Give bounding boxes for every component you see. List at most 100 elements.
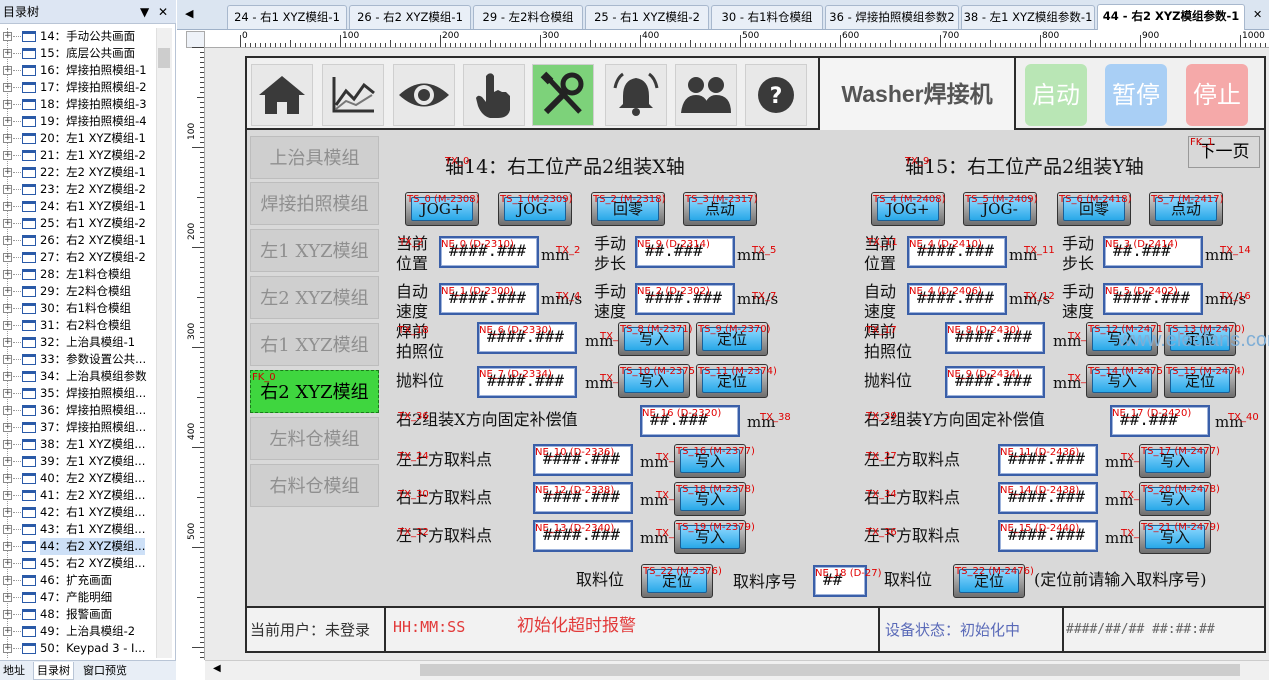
tree-item[interactable]: +19：焊接拍照模组-4: [0, 113, 156, 130]
home-icon[interactable]: [251, 64, 313, 126]
tree-item[interactable]: +38：左1 XYZ模组...: [0, 436, 156, 453]
expand-icon[interactable]: +: [3, 202, 12, 211]
expand-icon[interactable]: +: [3, 423, 12, 432]
expand-icon[interactable]: +: [3, 253, 12, 262]
tree-item[interactable]: +24：右1 XYZ模组-1: [0, 198, 156, 215]
expand-icon[interactable]: +: [3, 406, 12, 415]
nav-left-bin[interactable]: 左料仓模组: [250, 417, 379, 460]
users-icon[interactable]: [675, 64, 737, 126]
tree-item[interactable]: +40：左2 XYZ模组...: [0, 470, 156, 487]
tree-item[interactable]: +20：左1 XYZ模组-1: [0, 130, 156, 147]
tree-item[interactable]: +47：产能明细: [0, 589, 156, 606]
expand-icon[interactable]: +: [3, 576, 12, 585]
alarm-bell-icon[interactable]: [605, 64, 667, 126]
doc-tab[interactable]: 26 - 右2 XYZ模组-1: [349, 5, 471, 29]
trend-chart-icon[interactable]: [322, 64, 384, 126]
nav-right-bin[interactable]: 右料仓模组: [250, 464, 379, 507]
tree-item[interactable]: +21：左1 XYZ模组-2: [0, 147, 156, 164]
close-icon[interactable]: ✕: [158, 0, 168, 24]
expand-icon[interactable]: +: [3, 49, 12, 58]
expand-icon[interactable]: +: [3, 457, 12, 466]
doc-tab[interactable]: 36 - 焊接拍照模组参数2: [825, 5, 959, 29]
tree-item[interactable]: +42：右1 XYZ模组...: [0, 504, 156, 521]
tab-scroll-left-icon[interactable]: ◀: [185, 7, 193, 20]
doc-tab[interactable]: 38 - 左1 XYZ模组参数-1: [961, 5, 1095, 29]
expand-icon[interactable]: +: [3, 270, 12, 279]
help-icon[interactable]: ?: [745, 64, 807, 126]
expand-icon[interactable]: +: [3, 593, 12, 602]
tree-item[interactable]: +26：右2 XYZ模组-1: [0, 232, 156, 249]
start-button[interactable]: 启动: [1025, 64, 1087, 126]
expand-icon[interactable]: +: [3, 287, 12, 296]
expand-icon[interactable]: +: [3, 236, 12, 245]
doc-tab-active[interactable]: 44 - 右2 XYZ模组参数-1: [1097, 4, 1245, 30]
expand-icon[interactable]: +: [3, 627, 12, 636]
tree-item[interactable]: +15：底层公共画面: [0, 45, 156, 62]
expand-icon[interactable]: +: [3, 644, 12, 653]
expand-icon[interactable]: +: [3, 134, 12, 143]
expand-icon[interactable]: +: [3, 559, 12, 568]
tree-scroll-thumb[interactable]: [158, 48, 170, 68]
tree-item[interactable]: +41：左2 XYZ模组...: [0, 487, 156, 504]
expand-icon[interactable]: +: [3, 338, 12, 347]
tab-address[interactable]: 地址: [0, 662, 28, 680]
expand-icon[interactable]: +: [3, 355, 12, 364]
expand-icon[interactable]: +: [3, 525, 12, 534]
tree-item[interactable]: +14：手动公共画面: [0, 28, 156, 45]
tree-item[interactable]: +22：左2 XYZ模组-1: [0, 164, 156, 181]
tab-window-preview[interactable]: 窗口预览: [80, 662, 130, 680]
canvas-scroll-thumb[interactable]: [420, 664, 1240, 676]
tree-item[interactable]: +32：上治具模组-1: [0, 334, 156, 351]
nav-weld-camera[interactable]: 焊接拍照模组: [250, 182, 379, 225]
tree-item[interactable]: +39：左1 XYZ模组...: [0, 453, 156, 470]
stop-button[interactable]: 停止: [1186, 64, 1248, 126]
eye-icon[interactable]: [393, 64, 455, 126]
tree-item[interactable]: +43：右1 XYZ模组...: [0, 521, 156, 538]
hand-pointer-icon[interactable]: [463, 64, 525, 126]
nav-left1-xyz[interactable]: 左1 XYZ模组: [250, 229, 379, 272]
expand-icon[interactable]: +: [3, 610, 12, 619]
nav-upper-fixture[interactable]: 上治具模组: [250, 136, 379, 179]
tree-item[interactable]: +44：右2 XYZ模组...: [0, 538, 156, 555]
tree-item[interactable]: +35：焊接拍照模组...: [0, 385, 156, 402]
tree-item[interactable]: +23：左2 XYZ模组-2: [0, 181, 156, 198]
tree-item[interactable]: +18：焊接拍照模组-3: [0, 96, 156, 113]
pin-icon[interactable]: ▼: [140, 0, 149, 24]
tree-item[interactable]: +50：Keypad 3 - I...: [0, 640, 156, 657]
tree-scrollbar[interactable]: [156, 28, 172, 658]
expand-icon[interactable]: +: [3, 321, 12, 330]
close-tab-icon[interactable]: ✕: [1253, 8, 1262, 21]
expand-icon[interactable]: +: [3, 389, 12, 398]
expand-icon[interactable]: +: [3, 117, 12, 126]
tree-item[interactable]: +30：右1料仓模组: [0, 300, 156, 317]
tree-item[interactable]: +46：扩充画面: [0, 572, 156, 589]
tree-item[interactable]: +31：右2料仓模组: [0, 317, 156, 334]
tree-item[interactable]: +34：上治具模组参数: [0, 368, 156, 385]
expand-icon[interactable]: +: [3, 185, 12, 194]
pause-button[interactable]: 暂停: [1105, 64, 1167, 126]
expand-icon[interactable]: +: [3, 100, 12, 109]
tools-icon[interactable]: [532, 64, 594, 126]
expand-icon[interactable]: +: [3, 372, 12, 381]
tree-item[interactable]: +37：焊接拍照模组...: [0, 419, 156, 436]
nav-right1-xyz[interactable]: 右1 XYZ模组: [250, 323, 379, 366]
doc-tab[interactable]: 29 - 左2料仓模组: [473, 5, 583, 29]
expand-icon[interactable]: +: [3, 542, 12, 551]
nav-left2-xyz[interactable]: 左2 XYZ模组: [250, 276, 379, 319]
expand-icon[interactable]: +: [3, 304, 12, 313]
expand-icon[interactable]: +: [3, 440, 12, 449]
tree-item[interactable]: +29：左2料仓模组: [0, 283, 156, 300]
scroll-left-icon[interactable]: ◀: [213, 663, 221, 674]
tree-item[interactable]: +36：焊接拍照模组...: [0, 402, 156, 419]
expand-icon[interactable]: +: [3, 219, 12, 228]
expand-icon[interactable]: +: [3, 83, 12, 92]
expand-icon[interactable]: +: [3, 32, 12, 41]
doc-tab[interactable]: 24 - 右1 XYZ模组-1: [227, 5, 347, 29]
expand-icon[interactable]: +: [3, 151, 12, 160]
tree-item[interactable]: +49：上治具模组-2: [0, 623, 156, 640]
expand-icon[interactable]: +: [3, 491, 12, 500]
doc-tab[interactable]: 30 - 右1料仓模组: [711, 5, 823, 29]
tree-item[interactable]: +28：左1料仓模组: [0, 266, 156, 283]
tree-item[interactable]: +17：焊接拍照模组-2: [0, 79, 156, 96]
tree-item[interactable]: +27：右2 XYZ模组-2: [0, 249, 156, 266]
